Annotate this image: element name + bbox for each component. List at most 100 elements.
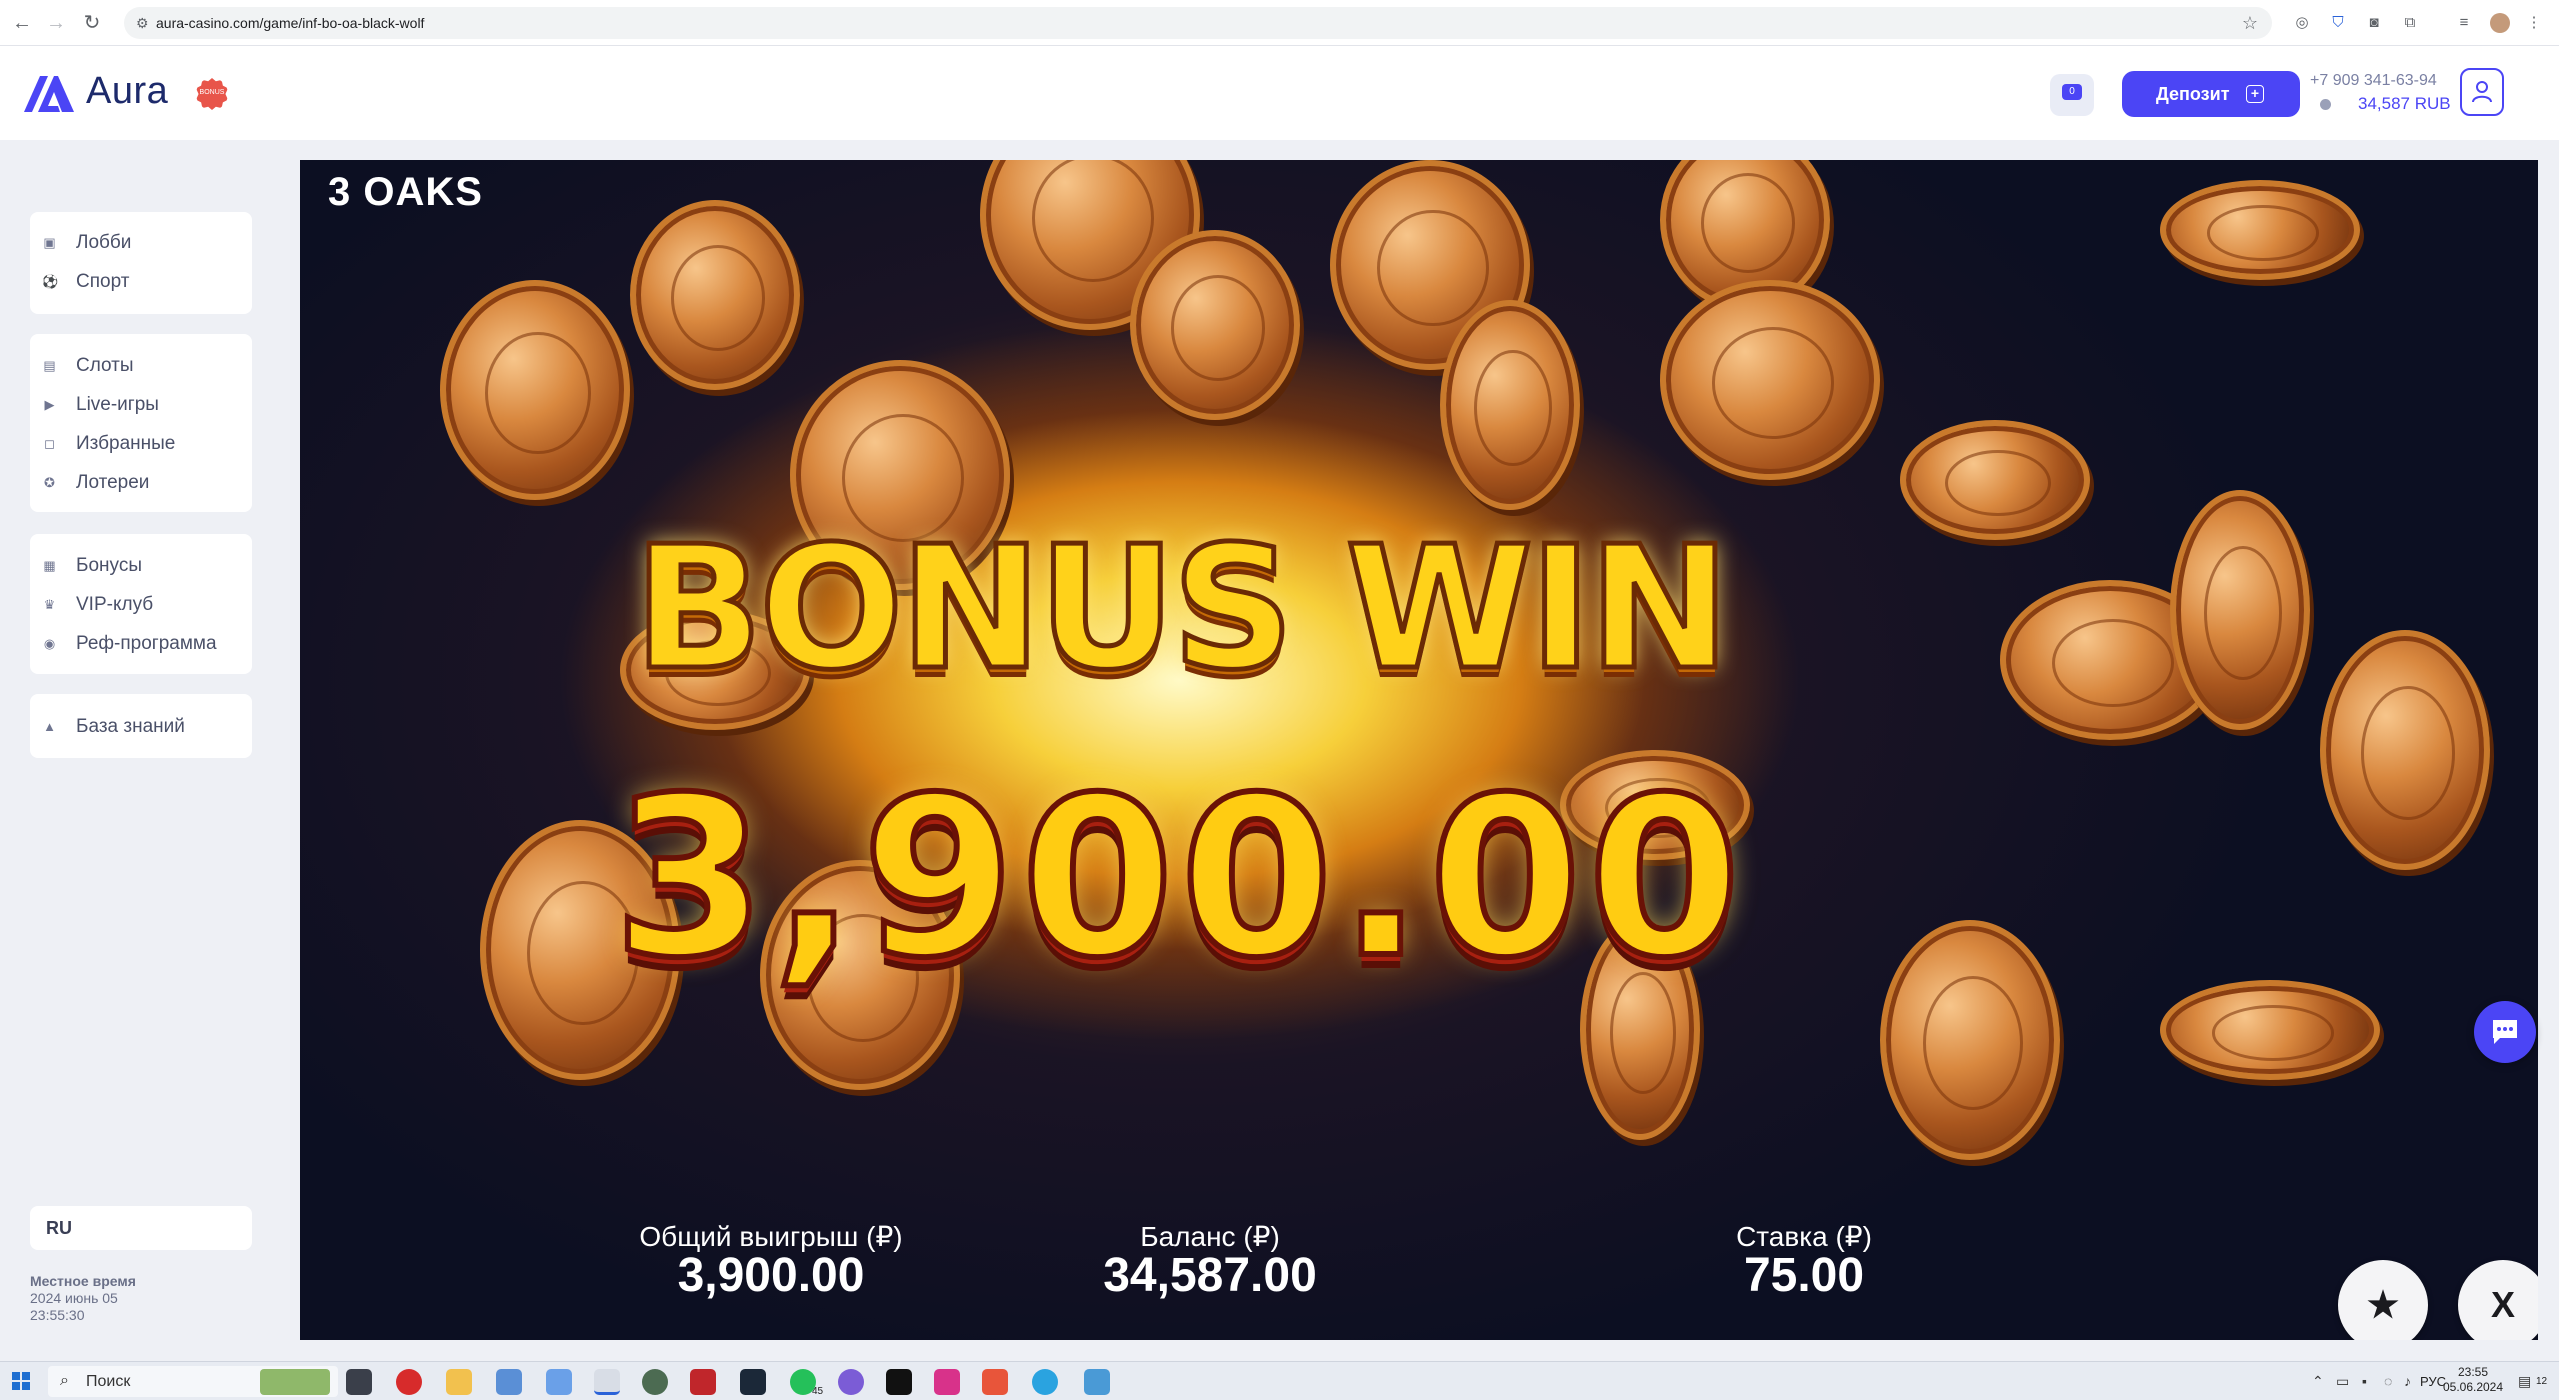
sidebar-item-label: Бонусы — [76, 555, 142, 576]
deposit-button[interactable]: Депозит + — [2122, 71, 2300, 117]
logo-text: Aura — [86, 70, 169, 112]
local-time-block: Местное время 2024 июнь 05 23:55:30 — [30, 1273, 136, 1324]
media-icon[interactable]: ≡ — [2454, 13, 2474, 33]
coin-image — [1440, 300, 1580, 510]
chrome-icon[interactable] — [594, 1369, 620, 1395]
user-balance: 34,587 RUB — [2358, 94, 2451, 113]
sidebar-item-label: Избранные — [76, 433, 176, 454]
tray-time: 23:55 — [2457, 1365, 2489, 1379]
os-taskbar: ⌕ Поиск 45 ⌃ ▭ ▪ ◌ ♪ РУС 23:55 05.06.202… — [0, 1361, 2559, 1400]
referral-icon: ◉ — [43, 636, 56, 651]
close-game-button[interactable]: X — [2458, 1260, 2538, 1340]
site-header: Aura BONUS 0 Депозит + +7 909 341-63-94 … — [0, 46, 2559, 140]
tray-wifi-icon[interactable]: ◌ — [2384, 1373, 2392, 1389]
bonus-badge-text: BONUS — [199, 89, 225, 96]
app-pink-icon[interactable] — [934, 1369, 960, 1395]
notifications-count: 0 — [2062, 84, 2082, 100]
coin-image — [2160, 980, 2380, 1080]
sidebar-item-label: Спорт — [76, 271, 130, 292]
sidebar-item-slots[interactable]: ▤ Слоты — [30, 347, 252, 383]
bonus-badge-icon[interactable]: BONUS — [196, 78, 228, 110]
app-dark-icon[interactable] — [886, 1369, 912, 1395]
game-frame[interactable]: 3 OAKS BONUS WIN 3,900.00 Общий выигрыш … — [300, 160, 2538, 1340]
notifications-center-icon[interactable]: ▤ — [2518, 1373, 2531, 1390]
local-time-label: Местное время — [30, 1273, 136, 1289]
tray-volume-icon[interactable]: ♪ — [2404, 1373, 2411, 1389]
telegram-icon[interactable] — [1032, 1369, 1058, 1395]
calculator-icon[interactable] — [496, 1369, 522, 1395]
lottery-icon: ✪ — [44, 475, 55, 490]
weather-widget-icon[interactable] — [260, 1369, 330, 1395]
taskbar-search-text: Поиск — [86, 1373, 131, 1390]
tray-clock[interactable]: 23:55 05.06.2024 — [2440, 1365, 2506, 1395]
balance-status-icon — [2320, 99, 2331, 110]
browser-toolbar: ← → ↻ ⚙ aura-casino.com/game/inf-bo-oa-b… — [0, 0, 2559, 46]
sidebar-item-knowledge-base[interactable]: ▲ База знаний — [30, 708, 252, 744]
store-icon[interactable] — [546, 1369, 572, 1395]
translate-extension-icon[interactable]: ◎ — [2292, 13, 2312, 33]
sidebar-item-vip[interactable]: ♛ VIP-клуб — [30, 586, 252, 622]
shield-extension-icon[interactable]: ⛉ — [2328, 13, 2348, 33]
tray-chevron-icon[interactable]: ⌃ — [2312, 1373, 2324, 1390]
profile-button[interactable] — [2460, 68, 2504, 116]
puzzle-extension-icon[interactable]: ⧉ — [2400, 13, 2420, 33]
app-blue-icon[interactable] — [1084, 1369, 1110, 1395]
task-view-icon[interactable] — [346, 1369, 372, 1395]
lobby-icon: ▣ — [43, 235, 56, 250]
balance-value: 34,587.00 — [1103, 1249, 1317, 1302]
back-arrow-icon[interactable]: ← — [10, 11, 34, 35]
notifications-button[interactable]: 0 — [2050, 74, 2094, 116]
profile-avatar-icon[interactable] — [2490, 13, 2510, 33]
app-icon[interactable] — [642, 1369, 668, 1395]
steam-icon[interactable] — [740, 1369, 766, 1395]
sidebar-group-main: ▣ Лобби ⚽ Спорт — [30, 212, 252, 314]
bonus-win-amount: 3,900.00 — [610, 747, 1747, 1009]
sport-icon: ⚽ — [42, 274, 59, 289]
address-bar[interactable]: ⚙ aura-casino.com/game/inf-bo-oa-black-w… — [124, 7, 2272, 39]
slots-icon: ▤ — [43, 358, 56, 373]
file-explorer-icon[interactable] — [446, 1369, 472, 1395]
tray-usb-icon[interactable]: ▪ — [2362, 1373, 2367, 1389]
sidebar-item-live[interactable]: ▶ Live-игры — [30, 386, 252, 422]
coin-image — [630, 200, 800, 390]
sidebar-item-label: База знаний — [76, 716, 185, 737]
deposit-label: Депозит — [2156, 84, 2230, 104]
reload-icon[interactable]: ↻ — [80, 11, 104, 35]
plus-icon: + — [2246, 85, 2264, 103]
coin-image — [2320, 630, 2490, 870]
sidebar-item-sport[interactable]: ⚽ Спорт — [30, 263, 252, 299]
bonus-icon: ▦ — [43, 558, 56, 573]
viber-icon[interactable] — [838, 1369, 864, 1395]
sidebar-item-label: Live-игры — [76, 394, 159, 415]
sidebar-item-referral[interactable]: ◉ Реф-программа — [30, 625, 252, 661]
sidebar-item-lottery[interactable]: ✪ Лотереи — [30, 464, 252, 500]
notifications-center-count: 12 — [2536, 1376, 2548, 1387]
language-selector[interactable]: RU — [30, 1206, 252, 1250]
sidebar-item-bonuses[interactable]: ▦ Бонусы — [30, 547, 252, 583]
opera-icon[interactable] — [396, 1369, 422, 1395]
sidebar-item-label: Лотереи — [76, 472, 150, 493]
total-win-value: 3,900.00 — [677, 1249, 865, 1302]
whatsapp-badge: 45 — [812, 1386, 824, 1397]
support-chat-button[interactable] — [2474, 1001, 2536, 1063]
coin-image — [2160, 180, 2360, 280]
sidebar-item-lobby[interactable]: ▣ Лобби — [30, 224, 252, 260]
forward-arrow-icon[interactable]: → — [44, 11, 68, 35]
crown-icon: ♛ — [43, 597, 56, 612]
sidebar-item-label: Реф-программа — [76, 633, 217, 654]
tray-network-icon[interactable]: ▭ — [2336, 1373, 2349, 1390]
knowledge-icon: ▲ — [43, 719, 56, 734]
windows-start-icon[interactable] — [12, 1372, 30, 1390]
anydesk-icon[interactable] — [982, 1369, 1008, 1395]
game-provider-title: 3 OAKS — [328, 170, 483, 214]
tray-date: 05.06.2024 — [2442, 1380, 2504, 1394]
aida64-icon[interactable] — [690, 1369, 716, 1395]
menu-dots-icon[interactable]: ⋮ — [2524, 13, 2544, 33]
camera-extension-icon[interactable]: ◙ — [2364, 13, 2384, 33]
url-text[interactable]: aura-casino.com/game/inf-bo-oa-black-wol… — [156, 15, 424, 31]
site-info-icon[interactable]: ⚙ — [136, 15, 152, 31]
sidebar-group-games: ▤ Слоты ▶ Live-игры ◻ Избранные ✪ Лотере… — [30, 334, 252, 512]
favorite-star-button[interactable]: ★ — [2338, 1260, 2428, 1340]
bookmark-star-icon[interactable]: ☆ — [2242, 13, 2258, 34]
sidebar-item-favorites[interactable]: ◻ Избранные — [30, 425, 252, 461]
